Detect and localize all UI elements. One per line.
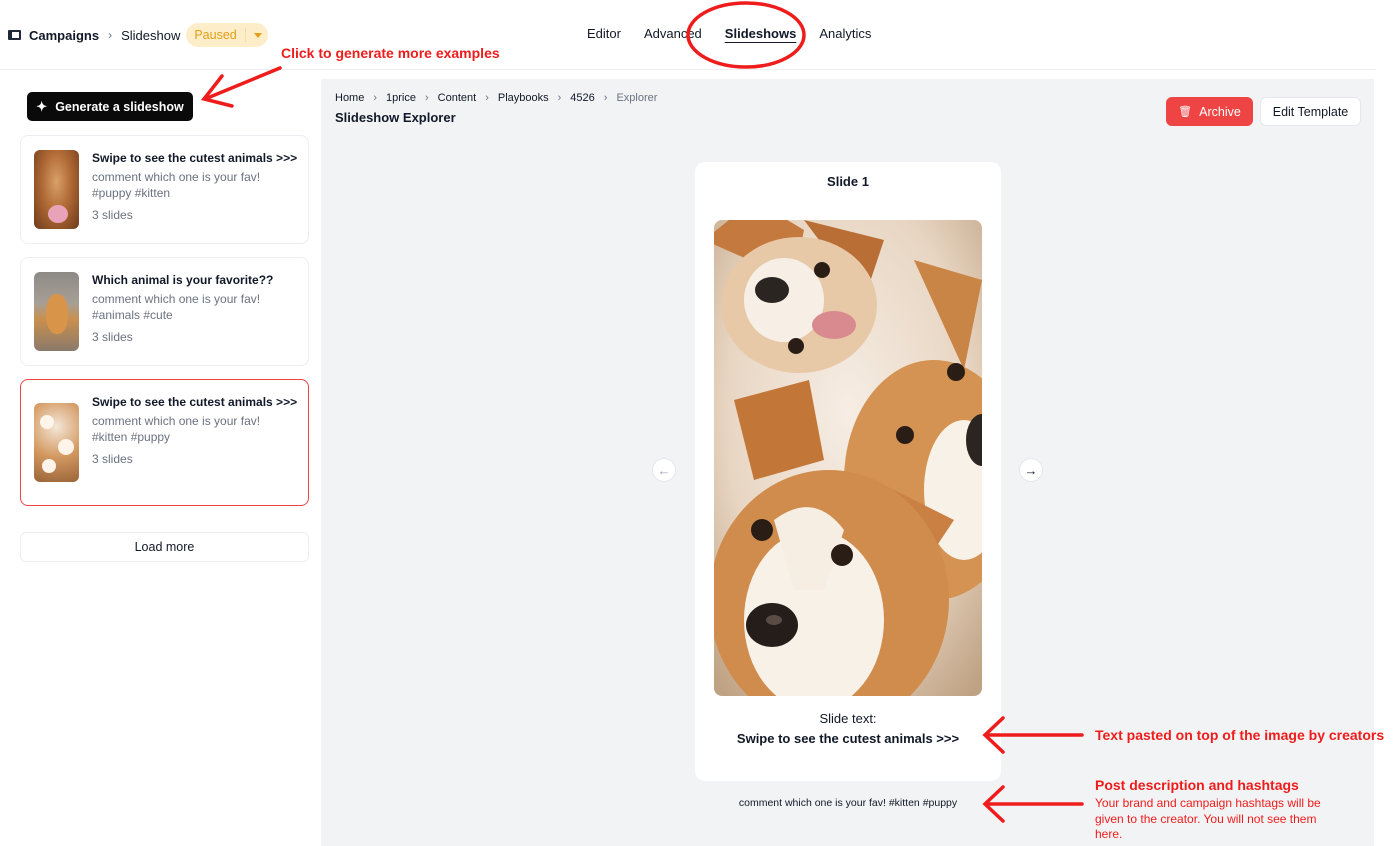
archive-button[interactable]: 🗑 Archive (1166, 97, 1253, 126)
card-hashtags: #animals #cute (92, 308, 173, 322)
card-desc-line: comment which one is your fav! (92, 292, 261, 306)
card-description: comment which one is your fav! #animals … (92, 291, 298, 323)
chevron-right-icon: › (603, 92, 608, 104)
status-badge: Paused (194, 28, 237, 42)
annotation-generate-hint: Click to generate more examples (281, 45, 500, 61)
slide-card: Slide 1 Slide text: Swipe to see the cut… (695, 162, 1001, 781)
generate-slideshow-button[interactable]: ✦ Generate a slideshow (27, 92, 193, 121)
breadcrumb-item[interactable]: Content (438, 92, 477, 104)
breadcrumb-item[interactable]: Playbooks (498, 92, 549, 104)
slideshow-card-selected[interactable]: Swipe to see the cutest animals >>> comm… (20, 379, 309, 506)
slide-text-label: Slide text: (819, 711, 877, 726)
breadcrumb-current: Explorer (616, 92, 658, 104)
annotation-slide-text-hint: Text pasted on top of the image by creat… (1095, 727, 1385, 743)
card-hashtags: #puppy #kitten (92, 186, 171, 200)
post-description: comment which one is your fav! #kitten #… (738, 797, 958, 809)
arrow-left-icon[interactable]: ← (652, 458, 676, 482)
generate-label: Generate a slideshow (55, 99, 184, 114)
page-crumb: Slideshow (121, 27, 181, 43)
app-title[interactable]: Campaigns (29, 28, 99, 43)
slide-label: Slide 1 (827, 174, 869, 189)
chevron-right-icon: › (557, 92, 562, 104)
tab-advanced[interactable]: Advanced (644, 26, 702, 41)
status-divider (244, 28, 246, 42)
tab-slideshows[interactable]: Slideshows (725, 26, 797, 41)
slide-count: 3 slides (92, 452, 133, 466)
card-body: Swipe to see the cutest animals >>> comm… (92, 394, 298, 466)
slide-count: 3 slides (92, 330, 133, 344)
annotation-post-desc-body: Your brand and campaign hashtags will be… (1095, 796, 1321, 841)
main-nav: Editor Advanced Slideshows Analytics (587, 26, 894, 41)
breadcrumb-home[interactable]: Home (335, 92, 364, 104)
card-title: Swipe to see the cutest animals >>> (92, 151, 298, 165)
annotation-post-desc-title: Post description and hashtags (1095, 777, 1299, 793)
card-desc-line: comment which one is your fav! (92, 414, 261, 428)
breadcrumb: Home › 1price › Content › Playbooks › 45… (335, 92, 657, 104)
page-title: Slideshow Explorer (335, 110, 456, 125)
chevron-right-icon: › (424, 92, 429, 104)
breadcrumb-header: Campaigns › Slideshow Paused (8, 22, 268, 48)
chevron-right-icon: › (373, 92, 378, 104)
slideshow-sidebar: ✦ Generate a slideshow Swipe to see the … (0, 70, 321, 846)
slideshow-thumbnail (34, 150, 79, 229)
chevron-right-icon: › (108, 28, 113, 42)
slideshow-card[interactable]: Swipe to see the cutest animals >>> comm… (20, 135, 309, 244)
card-hashtags: #kitten #puppy (92, 430, 171, 444)
card-body: Swipe to see the cutest animals >>> comm… (92, 150, 298, 222)
status-dropdown[interactable]: Paused (186, 23, 268, 47)
magic-wand-icon: ✦ (36, 98, 48, 114)
breadcrumb-item[interactable]: 1price (386, 92, 416, 104)
square-logo-icon (8, 30, 21, 40)
slide-text: Swipe to see the cutest animals >>> (736, 731, 960, 746)
archive-label: Archive (1199, 104, 1241, 119)
chevron-down-icon (253, 32, 262, 38)
card-description: comment which one is your fav! #puppy #k… (92, 169, 298, 201)
tab-editor[interactable]: Editor (587, 26, 621, 41)
tab-analytics[interactable]: Analytics (819, 26, 871, 41)
card-title: Swipe to see the cutest animals >>> (92, 395, 298, 409)
slideshow-card[interactable]: Which animal is your favorite?? comment … (20, 257, 309, 366)
card-desc-line: comment which one is your fav! (92, 170, 261, 184)
card-description: comment which one is your fav! #kitten #… (92, 413, 298, 445)
slideshow-thumbnail (34, 403, 79, 482)
load-more-button[interactable]: Load more (20, 532, 309, 562)
card-body: Which animal is your favorite?? comment … (92, 272, 298, 344)
slide-count: 3 slides (92, 208, 133, 222)
arrow-right-icon[interactable]: → (1019, 458, 1043, 482)
corgi-puppies-image (714, 220, 982, 696)
trash-icon: 🗑 (1178, 106, 1193, 118)
breadcrumb-item[interactable]: 4526 (570, 92, 594, 104)
slideshow-thumbnail (34, 272, 79, 351)
top-bar: Campaigns › Slideshow Paused Editor Adva… (0, 0, 1376, 70)
edit-template-button[interactable]: Edit Template (1260, 97, 1361, 126)
chevron-right-icon: › (485, 92, 489, 104)
slide-image (714, 220, 982, 696)
card-title: Which animal is your favorite?? (92, 273, 274, 287)
